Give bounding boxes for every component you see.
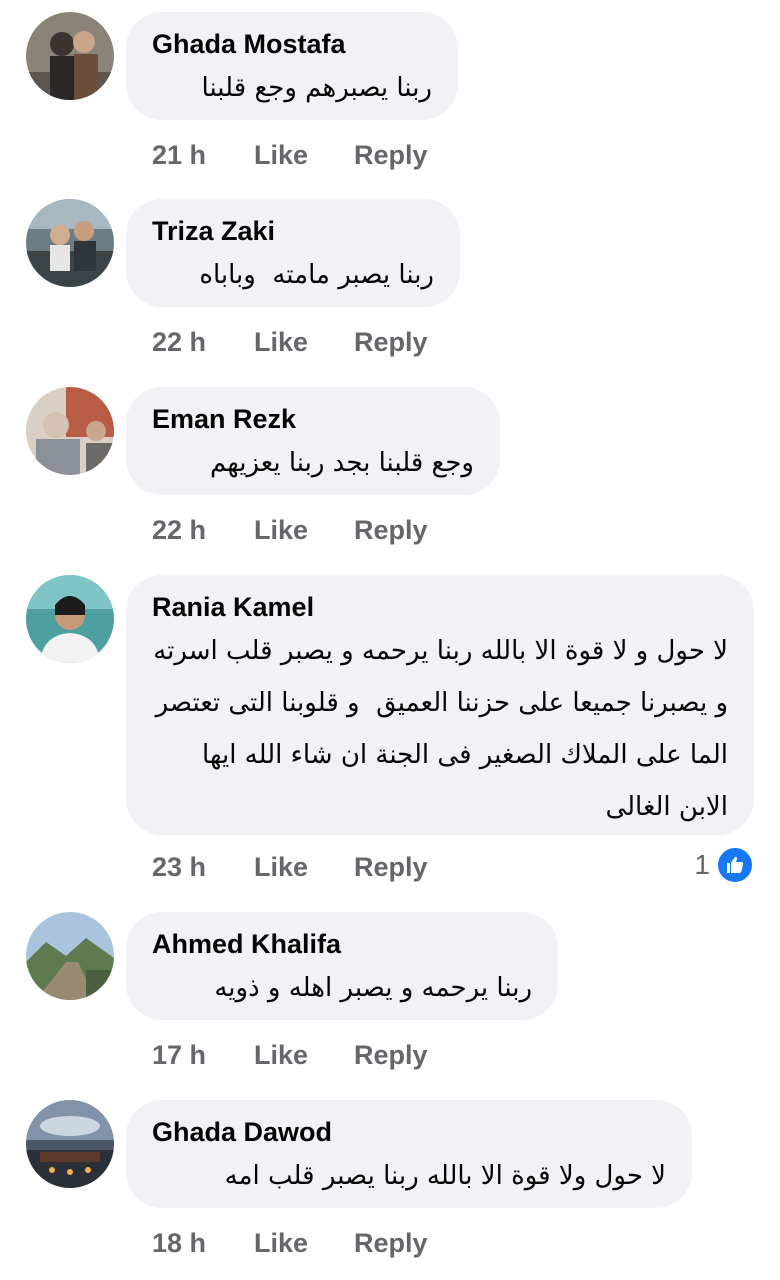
comment-timestamp[interactable]: 22 h <box>152 512 206 548</box>
avatar[interactable] <box>26 12 114 100</box>
comment-text: ربنا يرحمه و يصبر اهله و ذويه <box>214 973 532 1003</box>
reply-button[interactable]: Reply <box>354 1225 428 1261</box>
like-button[interactable]: Like <box>254 1037 308 1073</box>
reaction-summary[interactable]: 1 <box>694 846 754 884</box>
reply-button[interactable]: Reply <box>354 512 428 548</box>
comment-bubble: Ghada Mostafa ربنا يصبرهم وجع قلبنا <box>126 12 458 120</box>
comment-timestamp[interactable]: 23 h <box>152 849 206 885</box>
comment-text: ربنا يصبرهم وجع قلبنا <box>201 73 432 103</box>
like-button[interactable]: Like <box>254 849 308 885</box>
like-button[interactable]: Like <box>254 1225 308 1261</box>
reply-button[interactable]: Reply <box>354 324 428 360</box>
comment-timestamp[interactable]: 17 h <box>152 1037 206 1073</box>
comment-text: ربنا يصبر مامته وباباه <box>199 260 434 290</box>
comment-text: لا حول و لا قوة الا بالله ربنا يرحمه و ي… <box>144 636 728 822</box>
comment-timestamp[interactable]: 22 h <box>152 324 206 360</box>
avatar[interactable] <box>26 1100 114 1188</box>
reply-button[interactable]: Reply <box>354 849 428 885</box>
thumbs-up-icon <box>716 846 754 884</box>
reaction-count: 1 <box>694 849 710 880</box>
commenter-name[interactable]: Triza Zaki <box>152 213 434 249</box>
comment-text: لا حول ولا قوة الا بالله ربنا يصبر قلب ا… <box>224 1161 666 1191</box>
commenter-name[interactable]: Ghada Dawod <box>152 1114 666 1150</box>
comment-bubble: Ahmed Khalifa ربنا يرحمه و يصبر اهله و ذ… <box>126 912 558 1020</box>
like-button[interactable]: Like <box>254 512 308 548</box>
comment-bubble: Rania Kamel لا حول و لا قوة الا بالله رب… <box>126 575 754 835</box>
commenter-name[interactable]: Rania Kamel <box>152 589 728 625</box>
comment-bubble: Eman Rezk وجع قلبنا بجد ربنا يعزيهم <box>126 387 500 495</box>
avatar[interactable] <box>26 199 114 287</box>
reply-button[interactable]: Reply <box>354 1037 428 1073</box>
commenter-name[interactable]: Ahmed Khalifa <box>152 926 532 962</box>
comment-text: وجع قلبنا بجد ربنا يعزيهم <box>209 448 474 478</box>
like-button[interactable]: Like <box>254 324 308 360</box>
commenter-name[interactable]: Ghada Mostafa <box>152 26 432 62</box>
reply-button[interactable]: Reply <box>354 137 428 173</box>
avatar[interactable] <box>26 575 114 663</box>
comment-bubble: Triza Zaki ربنا يصبر مامته وباباه <box>126 199 460 307</box>
commenter-name[interactable]: Eman Rezk <box>152 401 474 437</box>
like-button[interactable]: Like <box>254 137 308 173</box>
avatar[interactable] <box>26 387 114 475</box>
comment-bubble: Ghada Dawod لا حول ولا قوة الا بالله ربن… <box>126 1100 692 1208</box>
avatar[interactable] <box>26 912 114 1000</box>
comment-timestamp[interactable]: 18 h <box>152 1225 206 1261</box>
comment-timestamp[interactable]: 21 h <box>152 137 206 173</box>
